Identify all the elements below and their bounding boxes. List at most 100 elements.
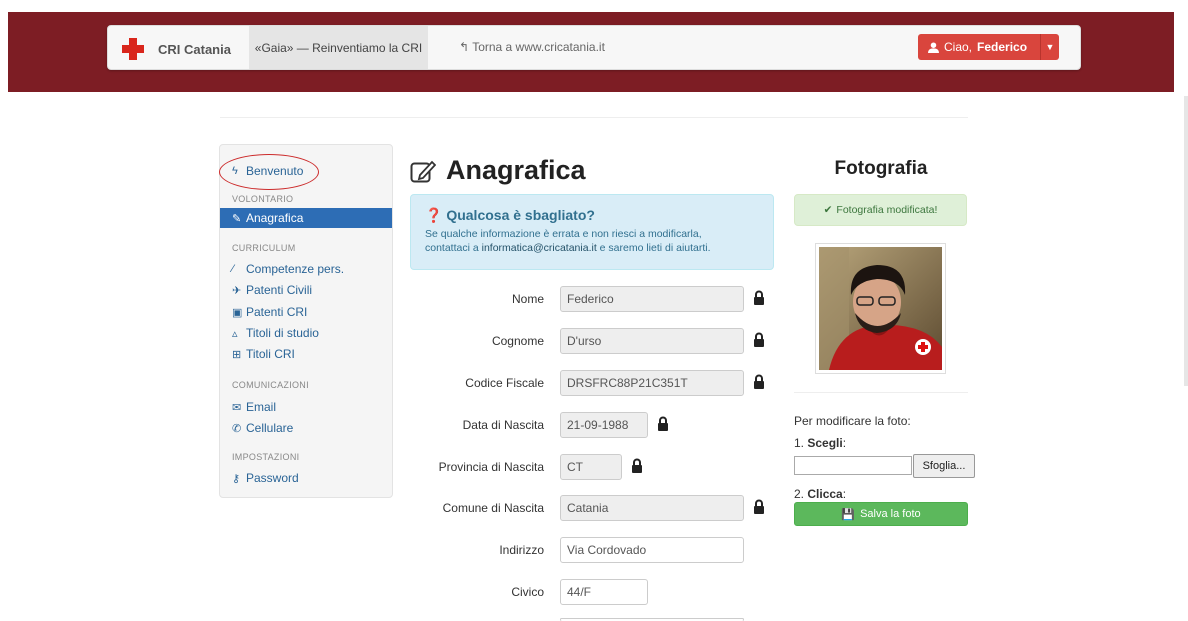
flask-icon: ▵ xyxy=(232,327,238,340)
sidebar-item-competenze[interactable]: ⁄ Competenze pers. xyxy=(220,259,392,279)
provincia-nascita-field[interactable] xyxy=(560,454,622,480)
success-text: Fotografia modificata! xyxy=(836,204,938,216)
reply-arrow-icon: ↰ xyxy=(459,40,470,54)
step-1-label: Scegli xyxy=(807,436,843,450)
edit-icon: ✎ xyxy=(232,212,242,225)
user-name: Federico xyxy=(977,40,1028,54)
browse-button[interactable]: Sfoglia... xyxy=(913,454,975,478)
step-2-number: 2. xyxy=(794,487,805,501)
lock-icon xyxy=(754,332,764,347)
sidebar-item-email[interactable]: ✉ Email xyxy=(220,397,392,417)
sidebar-item-patenti-civili[interactable]: ✈ Patenti Civili xyxy=(220,280,392,300)
sidebar-item-label: Anagrafica xyxy=(246,211,304,225)
step-2: 2. Clicca: xyxy=(794,487,847,501)
codice-fiscale-field[interactable] xyxy=(560,370,744,396)
label-data-nascita: Data di Nascita xyxy=(462,418,544,432)
label-codice-fiscale: Codice Fiscale xyxy=(465,376,544,390)
step-1-number: 1. xyxy=(794,436,805,450)
sidebar-item-label: Titoli CRI xyxy=(246,347,295,361)
nav-tab-gaia[interactable]: «Gaia» — Reinventiamo la CRI xyxy=(249,26,428,69)
check-icon: ✔ xyxy=(823,204,833,216)
sidebar-item-password[interactable]: ⚷ Password xyxy=(220,468,392,488)
sidebar-item-anagrafica[interactable]: ✎ Anagrafica xyxy=(220,208,392,228)
envelope-icon: ✉ xyxy=(232,401,242,414)
page-title: Anagrafica xyxy=(410,155,586,186)
sidebar-heading: IMPOSTAZIONI xyxy=(232,452,300,462)
sidebar-item-label: Patenti Civili xyxy=(246,283,313,297)
success-alert: ✔ Fotografia modificata! xyxy=(794,194,967,226)
label-provincia-nascita: Provincia di Nascita xyxy=(438,460,544,474)
sidebar-item-label: Competenze pers. xyxy=(246,262,345,276)
red-cross-logo-icon xyxy=(122,38,144,60)
edit-icon xyxy=(410,160,436,182)
sidebar-item-label: Password xyxy=(246,471,299,485)
magic-wand-icon: ⁄ xyxy=(232,263,234,275)
sidebar-heading: CURRICULUM xyxy=(232,243,296,253)
nav-tab-gaia-label: «Gaia» — Reinventiamo la CRI xyxy=(254,40,423,55)
truck-icon: ▣ xyxy=(232,306,243,319)
data-nascita-field[interactable] xyxy=(560,412,648,438)
back-link[interactable]: ↰ Torna a www.cricatania.it xyxy=(459,40,605,54)
profile-photo xyxy=(815,243,946,374)
support-email-link[interactable]: informatica@cricatania.it xyxy=(482,242,597,254)
comune-nascita-field[interactable] xyxy=(560,495,744,521)
content-divider xyxy=(220,117,968,118)
save-photo-label: Salva la foto xyxy=(860,508,921,520)
sidebar-item-label: Cellulare xyxy=(246,421,294,435)
key-icon: ⚷ xyxy=(232,472,241,485)
sidebar-item-label: Email xyxy=(246,400,277,414)
lock-icon xyxy=(658,416,668,431)
file-path-input[interactable] xyxy=(794,456,912,475)
lock-icon xyxy=(754,374,764,389)
profile-photo-image xyxy=(819,247,942,370)
sidebar-item-titoli-studio[interactable]: ▵ Titoli di studio xyxy=(220,323,392,343)
brand[interactable]: CRI Catania xyxy=(122,38,231,60)
brand-name: CRI Catania xyxy=(158,41,231,57)
label-nome: Nome xyxy=(511,292,544,306)
lock-icon xyxy=(632,458,642,473)
photo-title: Fotografia xyxy=(834,158,928,179)
save-icon: 💾 xyxy=(841,508,856,521)
lock-icon xyxy=(754,499,764,514)
plane-icon: ✈ xyxy=(232,284,242,297)
alert-text-2a: contattaci a xyxy=(425,242,482,254)
plus-square-icon: ⊞ xyxy=(232,348,242,361)
user-icon xyxy=(928,41,939,53)
question-circle-icon: ❓ xyxy=(425,207,443,223)
scrollbar[interactable] xyxy=(1184,96,1188,386)
info-alert: ❓ Qualcosa è sbagliato? Se qualche infor… xyxy=(410,194,774,270)
alert-text-2b: e saremo lieti di aiutarti. xyxy=(596,242,711,254)
civico-field[interactable] xyxy=(560,579,648,605)
alert-title: Qualcosa è sbagliato? xyxy=(446,207,595,223)
step-2-label: Clicca xyxy=(807,487,843,501)
phone-icon: ✆ xyxy=(232,422,242,435)
sidebar: ϟ Benvenuto VOLONTARIO ✎ Anagrafica CURR… xyxy=(219,144,393,498)
save-photo-button[interactable]: 💾 Salva la foto xyxy=(794,502,968,526)
alert-text-1: Se qualche informazione è errata e non r… xyxy=(425,228,702,240)
label-comune-nascita: Comune di Nascita xyxy=(442,501,544,515)
annotation-circle xyxy=(219,154,319,190)
photo-divider xyxy=(794,392,968,393)
label-cognome: Cognome xyxy=(491,334,544,348)
cognome-field[interactable] xyxy=(560,328,744,354)
photo-instructions: Per modificare la foto: xyxy=(794,414,911,428)
step-1: 1. Scegli: xyxy=(794,436,847,450)
nome-field[interactable] xyxy=(560,286,744,312)
lock-icon xyxy=(754,290,764,305)
caret-down-icon[interactable]: ▼ xyxy=(1041,42,1059,52)
sidebar-item-patenti-cri[interactable]: ▣ Patenti CRI xyxy=(220,302,392,322)
label-civico: Civico xyxy=(511,585,544,599)
sidebar-item-titoli-cri[interactable]: ⊞ Titoli CRI xyxy=(220,344,392,364)
user-greeting: Ciao, xyxy=(944,40,973,54)
sidebar-item-cellulare[interactable]: ✆ Cellulare xyxy=(220,418,392,438)
page-title-text: Anagrafica xyxy=(446,155,586,185)
user-menu-button[interactable]: Ciao, Federico ▼ xyxy=(918,34,1059,60)
label-indirizzo: Indirizzo xyxy=(499,543,544,557)
indirizzo-field[interactable] xyxy=(560,537,744,563)
sidebar-item-label: Titoli di studio xyxy=(246,326,319,340)
back-link-label: Torna a www.cricatania.it xyxy=(472,40,605,54)
navbar: CRI Catania «Gaia» — Reinventiamo la CRI… xyxy=(107,25,1081,70)
sidebar-heading: VOLONTARIO xyxy=(232,194,294,204)
sidebar-item-label: Patenti CRI xyxy=(246,305,308,319)
sidebar-heading: COMUNICAZIONI xyxy=(232,380,309,390)
